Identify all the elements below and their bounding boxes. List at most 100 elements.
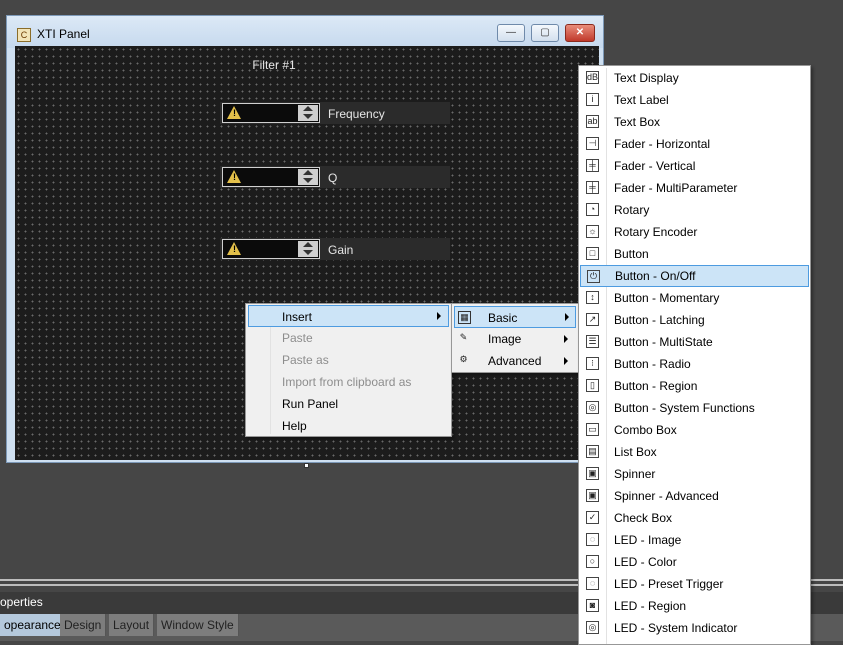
check-box-icon: ✓	[586, 511, 599, 524]
menu-item-basic-control[interactable]: ◌ LED - Preset Trigger	[580, 573, 809, 595]
led-region-icon: ◙	[586, 599, 599, 612]
minimize-button[interactable]: —	[497, 24, 525, 42]
menu-item-insert[interactable]: Insert	[248, 305, 449, 327]
menu-item-label: Rotary	[614, 203, 650, 217]
menu-item-label: Spinner	[614, 467, 656, 481]
spin-up-icon[interactable]	[303, 170, 313, 175]
spin-up-icon[interactable]	[303, 106, 313, 111]
menu-item-basic-control[interactable]: ⊣ Fader - Horizontal	[580, 133, 809, 155]
maximize-button[interactable]: ▢	[531, 24, 559, 42]
menu-item-basic-control[interactable]: i Text Label	[580, 89, 809, 111]
menu-item-run-panel[interactable]: Run Panel	[248, 393, 449, 415]
menu-item-label: LED - Image	[614, 533, 682, 547]
menu-item-basic-control[interactable]: ☼ Rotary Encoder	[580, 221, 809, 243]
button-system-functions-icon: ◎	[586, 401, 599, 414]
tab-appearance[interactable]: opearance	[0, 614, 66, 636]
menu-item-basic-control[interactable]: ↕ Button - Momentary	[580, 287, 809, 309]
button-region-icon: ▯	[586, 379, 599, 392]
menu-item-basic-control[interactable]: ▣ Spinner	[580, 463, 809, 485]
insert-submenu: ▦ Basic ✎ Image ⚙ Advanced	[451, 303, 579, 373]
menu-item-label: Rotary Encoder	[614, 225, 698, 239]
button-icon: □	[586, 247, 599, 260]
context-menu: Insert Paste Paste as Import from clipbo…	[245, 303, 452, 437]
rotary-icon: ◔	[586, 203, 599, 216]
menu-item-basic-control[interactable]: dB Text Display	[580, 67, 809, 89]
menu-item-paste-as[interactable]: Paste as	[248, 349, 449, 371]
basic-submenu: dB Text Display i Text Label ab Text Box ⊣ Fade…	[578, 65, 811, 645]
button-latching-icon: ↗	[586, 313, 599, 326]
menu-item-label: Button	[614, 247, 649, 261]
menu-item-label: Button - Momentary	[614, 291, 720, 305]
spinner-advanced-icon: ▣	[586, 489, 599, 502]
menu-item-basic-control[interactable]: ↗ Button - Latching	[580, 309, 809, 331]
button-multistate-icon: ☰	[586, 335, 599, 348]
spinner-control-gain[interactable]: !	[222, 239, 320, 259]
menu-item-label: LED - Preset Trigger	[614, 577, 724, 591]
menu-item-basic-control[interactable]: ☰ Button - MultiState	[580, 331, 809, 353]
chevron-right-icon	[565, 313, 569, 321]
button-radio-icon: ⁝	[586, 357, 599, 370]
menu-item-basic-control[interactable]: ⏻ Button - On/Off	[580, 265, 809, 287]
close-button[interactable]: ✕	[565, 24, 595, 42]
spin-buttons[interactable]	[298, 105, 318, 121]
chevron-right-icon	[564, 357, 568, 365]
fader-vertical-icon: ╪	[586, 159, 599, 172]
spinner-control-q[interactable]: !	[222, 167, 320, 187]
menu-item-label: Fader - Horizontal	[614, 137, 711, 151]
menu-item-label: Fader - Vertical	[614, 159, 696, 173]
menu-item-label: LED - System Indicator	[614, 621, 738, 635]
menu-item-basic-control[interactable]: ◔ Rotary	[580, 199, 809, 221]
spin-buttons[interactable]	[298, 169, 318, 185]
menu-item-label: LED - Region	[614, 599, 687, 613]
menu-item-basic-control[interactable]: ✓ Check Box	[580, 507, 809, 529]
menu-item-basic-control[interactable]: ▯ Button - Region	[580, 375, 809, 397]
list-box-icon: ▤	[586, 445, 599, 458]
menu-item-label: Text Box	[614, 115, 661, 129]
fader-horizontal-icon: ⊣	[586, 137, 599, 150]
menu-item-basic-control[interactable]: ╪ Fader - MultiParameter	[580, 177, 809, 199]
window-title: XTI Panel	[37, 27, 90, 41]
menu-item-import-clipboard[interactable]: Import from clipboard as	[248, 371, 449, 393]
menu-item-basic-control[interactable]: ▣ Spinner - Advanced	[580, 485, 809, 507]
title-bar[interactable]: C XTI Panel — ▢ ✕	[7, 16, 603, 48]
spin-down-icon[interactable]	[303, 178, 313, 183]
menu-item-basic-control[interactable]: □ Button	[580, 243, 809, 265]
spin-up-icon[interactable]	[303, 242, 313, 247]
menu-item-basic-control[interactable]: ◙ LED - Region	[580, 595, 809, 617]
control-label: Gain	[328, 243, 354, 257]
menu-item-basic[interactable]: ▦ Basic	[454, 306, 576, 328]
control-label: Q	[328, 171, 338, 185]
menu-item-basic-control[interactable]: ○ LED - Color	[580, 551, 809, 573]
menu-item-basic-control[interactable]: ab Text Box	[580, 111, 809, 133]
menu-item-image[interactable]: ✎ Image	[454, 328, 576, 350]
tab-window-style[interactable]: Window Style	[157, 614, 239, 636]
spin-down-icon[interactable]	[303, 114, 313, 119]
advanced-gear-icon: ⚙	[459, 354, 468, 364]
led-system-indicator-icon: ◎	[586, 621, 599, 634]
basic-controls-icon: ▦	[458, 311, 471, 324]
menu-item-help[interactable]: Help	[248, 415, 449, 437]
menu-item-basic-control[interactable]: ◌ LED - Image	[580, 529, 809, 551]
menu-item-basic-control[interactable]: ◎ LED - System Indicator	[580, 617, 809, 639]
menu-item-paste[interactable]: Paste	[248, 327, 449, 349]
spinner-control-frequency[interactable]: !	[222, 103, 320, 123]
menu-item-advanced[interactable]: ⚙ Advanced	[454, 350, 576, 372]
menu-item-basic-control[interactable]: ▤ List Box	[580, 441, 809, 463]
menu-item-label: Text Display	[614, 71, 679, 85]
spin-buttons[interactable]	[298, 241, 318, 257]
app-icon: C	[17, 28, 31, 42]
chevron-right-icon	[437, 312, 441, 320]
menu-item-basic-control[interactable]: ╪ Fader - Vertical	[580, 155, 809, 177]
menu-item-label: Button - On/Off	[615, 269, 696, 283]
tab-design[interactable]: Design	[60, 614, 107, 636]
tab-layout[interactable]: Layout	[109, 614, 155, 636]
selection-handle[interactable]	[304, 463, 309, 468]
spin-down-icon[interactable]	[303, 250, 313, 255]
menu-item-label: Combo Box	[614, 423, 677, 437]
chevron-right-icon	[564, 335, 568, 343]
menu-item-label: List Box	[614, 445, 657, 459]
menu-item-basic-control[interactable]: ⁝ Button - Radio	[580, 353, 809, 375]
menu-item-basic-control[interactable]: ▭ Combo Box	[580, 419, 809, 441]
menu-item-basic-control[interactable]: ◎ Button - System Functions	[580, 397, 809, 419]
text-box-icon: ab	[586, 115, 599, 128]
